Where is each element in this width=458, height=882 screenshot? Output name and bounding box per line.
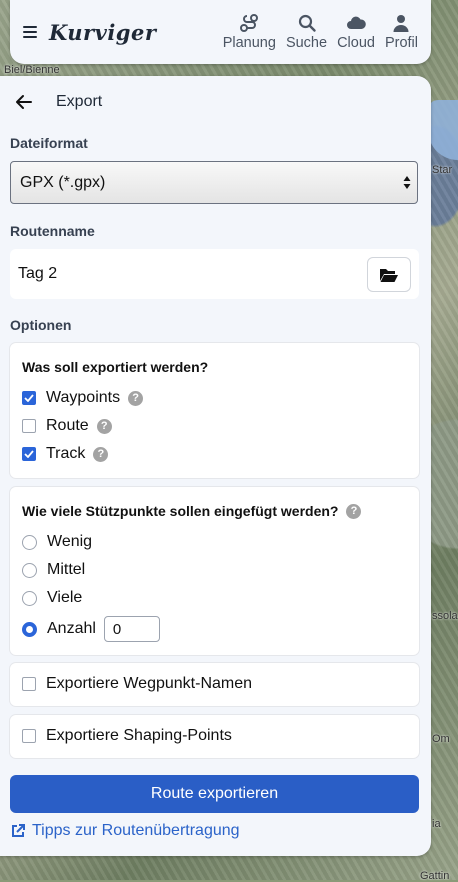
back-arrow-icon[interactable]	[14, 92, 34, 112]
export-shaping-points-card[interactable]: Exportiere Shaping-Points	[10, 715, 419, 758]
option-export-waypoint-names[interactable]: Exportiere Wegpunkt-Namen	[22, 675, 252, 693]
nav-label: Suche	[285, 35, 328, 51]
nav-label: Profil	[384, 35, 418, 51]
option-label: Viele	[47, 589, 83, 606]
radio-unselected[interactable]	[22, 562, 37, 578]
option-mittel[interactable]: Mittel	[22, 561, 85, 579]
folder-open-icon	[380, 268, 398, 282]
option-label: Exportiere Wegpunkt-Namen	[46, 675, 253, 692]
points-card: Wie viele Stützpunkte sollen eingefügt w…	[10, 487, 419, 655]
checkbox-unchecked[interactable]	[22, 677, 36, 691]
nav-planung[interactable]: Planung	[223, 13, 276, 51]
option-track[interactable]: Track ?	[22, 445, 109, 463]
nav-profil[interactable]: Profil	[385, 13, 418, 51]
map-label: ssola	[432, 610, 458, 622]
help-icon[interactable]: ?	[93, 446, 109, 462]
map-label: ia	[432, 818, 441, 830]
option-route[interactable]: Route ?	[22, 417, 112, 435]
map-label: Biel/Bienne	[4, 64, 60, 76]
export-waypoint-names-card[interactable]: Exportiere Wegpunkt-Namen	[10, 663, 419, 706]
top-bar: Kurviger Planung Suche Cloud Profil	[10, 0, 431, 64]
option-label: Track	[46, 445, 86, 462]
radio-unselected[interactable]	[22, 590, 37, 606]
external-link-icon	[12, 824, 25, 837]
map-label: Star	[432, 164, 453, 176]
export-what-card: Was soll exportiert werden? Waypoints ? …	[10, 343, 419, 478]
option-waypoints[interactable]: Waypoints ?	[22, 389, 144, 407]
checkbox-unchecked[interactable]	[22, 419, 36, 433]
map-label: Gattin	[420, 870, 450, 882]
option-anzahl[interactable]: Anzahl 0	[22, 616, 160, 642]
export-route-button[interactable]: Route exportieren	[10, 775, 419, 813]
radio-selected[interactable]	[22, 621, 37, 637]
tips-link[interactable]: Tipps zur Routenübertragung	[10, 822, 240, 840]
points-title-row: Wie viele Stützpunkte sollen eingefügt w…	[22, 503, 362, 519]
option-label: Mittel	[47, 561, 86, 578]
format-value: GPX (*.gpx)	[20, 173, 106, 191]
format-label: Dateiformat	[10, 135, 88, 151]
options-label: Optionen	[10, 317, 72, 333]
user-icon	[393, 15, 409, 32]
cloud-icon	[347, 16, 366, 29]
search-icon	[298, 14, 316, 32]
format-select[interactable]: GPX (*.gpx)	[10, 161, 418, 204]
routename-field[interactable]: Tag 2	[10, 249, 419, 299]
nav-cloud[interactable]: Cloud	[337, 13, 375, 51]
option-label: Route	[46, 417, 89, 434]
option-label: Anzahl	[47, 620, 96, 637]
help-icon[interactable]: ?	[96, 418, 112, 434]
help-icon[interactable]: ?	[128, 390, 144, 406]
option-viele[interactable]: Viele	[22, 589, 82, 607]
checkbox-unchecked[interactable]	[22, 729, 36, 743]
map-label: Om	[432, 733, 450, 745]
menu-icon[interactable]	[23, 26, 37, 38]
export-what-title: Was soll exportiert werden?	[22, 359, 209, 375]
nav-label: Planung	[222, 35, 276, 51]
option-export-shaping-points[interactable]: Exportiere Shaping-Points	[22, 727, 232, 745]
radio-unselected[interactable]	[22, 534, 37, 550]
option-label: Exportiere Shaping-Points	[46, 727, 232, 744]
panel-header: Export	[0, 76, 431, 128]
logo[interactable]: Kurviger	[49, 20, 156, 45]
checkbox-checked[interactable]	[22, 447, 36, 461]
option-wenig[interactable]: Wenig	[22, 533, 92, 551]
routename-value: Tag 2	[18, 265, 58, 282]
routename-label: Routenname	[10, 223, 95, 239]
nav-suche[interactable]: Suche	[286, 13, 327, 51]
select-arrows-icon	[403, 176, 411, 189]
route-planning-icon	[240, 14, 259, 32]
page-title: Export	[56, 93, 103, 110]
checkbox-checked[interactable]	[22, 391, 36, 405]
help-icon[interactable]: ?	[346, 503, 362, 519]
anzahl-input[interactable]: 0	[103, 616, 160, 642]
option-label: Wenig	[47, 533, 93, 550]
nav-label: Cloud	[337, 35, 375, 51]
export-panel: Export Dateiformat GPX (*.gpx) Routennam…	[0, 76, 431, 856]
tips-label: Tipps zur Routenübertragung	[32, 822, 240, 839]
open-folder-button[interactable]	[367, 257, 411, 292]
main-nav: Planung Suche Cloud Profil	[223, 13, 418, 51]
option-label: Waypoints	[46, 389, 121, 406]
points-title: Wie viele Stützpunkte sollen eingefügt w…	[22, 503, 339, 519]
